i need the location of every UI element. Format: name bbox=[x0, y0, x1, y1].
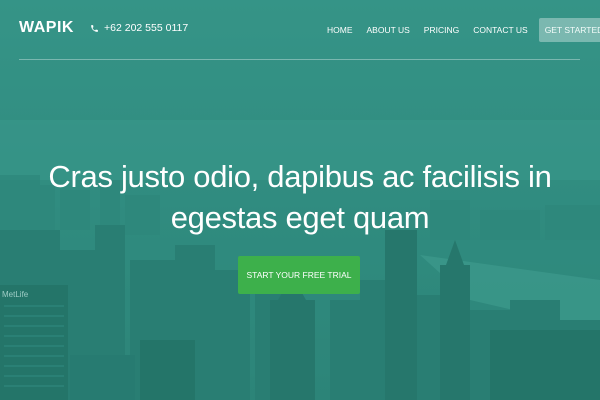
site-header: WAPIK +62 202 555 0117 HOME ABOUT US PRI… bbox=[0, 0, 600, 60]
nav-home[interactable]: HOME bbox=[320, 18, 360, 42]
header-divider bbox=[19, 59, 580, 60]
hero-headline: Cras justo odio, dapibus ac facilisis in… bbox=[48, 159, 552, 235]
phone-icon bbox=[91, 24, 98, 32]
nav-about-us[interactable]: ABOUT US bbox=[360, 18, 417, 42]
nav-contact-us[interactable]: CONTACT US bbox=[466, 18, 534, 42]
main-nav: HOME ABOUT US PRICING CONTACT US GET STA… bbox=[320, 18, 600, 42]
phone-contact[interactable]: +62 202 555 0117 bbox=[90, 22, 188, 34]
phone-number: +62 202 555 0117 bbox=[104, 22, 189, 34]
brand-logo[interactable]: WAPIK bbox=[19, 19, 74, 37]
start-free-trial-button[interactable]: START YOUR FREE TRIAL bbox=[238, 256, 360, 294]
get-started-button[interactable]: GET STARTED bbox=[538, 18, 600, 42]
nav-pricing[interactable]: PRICING bbox=[417, 18, 466, 42]
